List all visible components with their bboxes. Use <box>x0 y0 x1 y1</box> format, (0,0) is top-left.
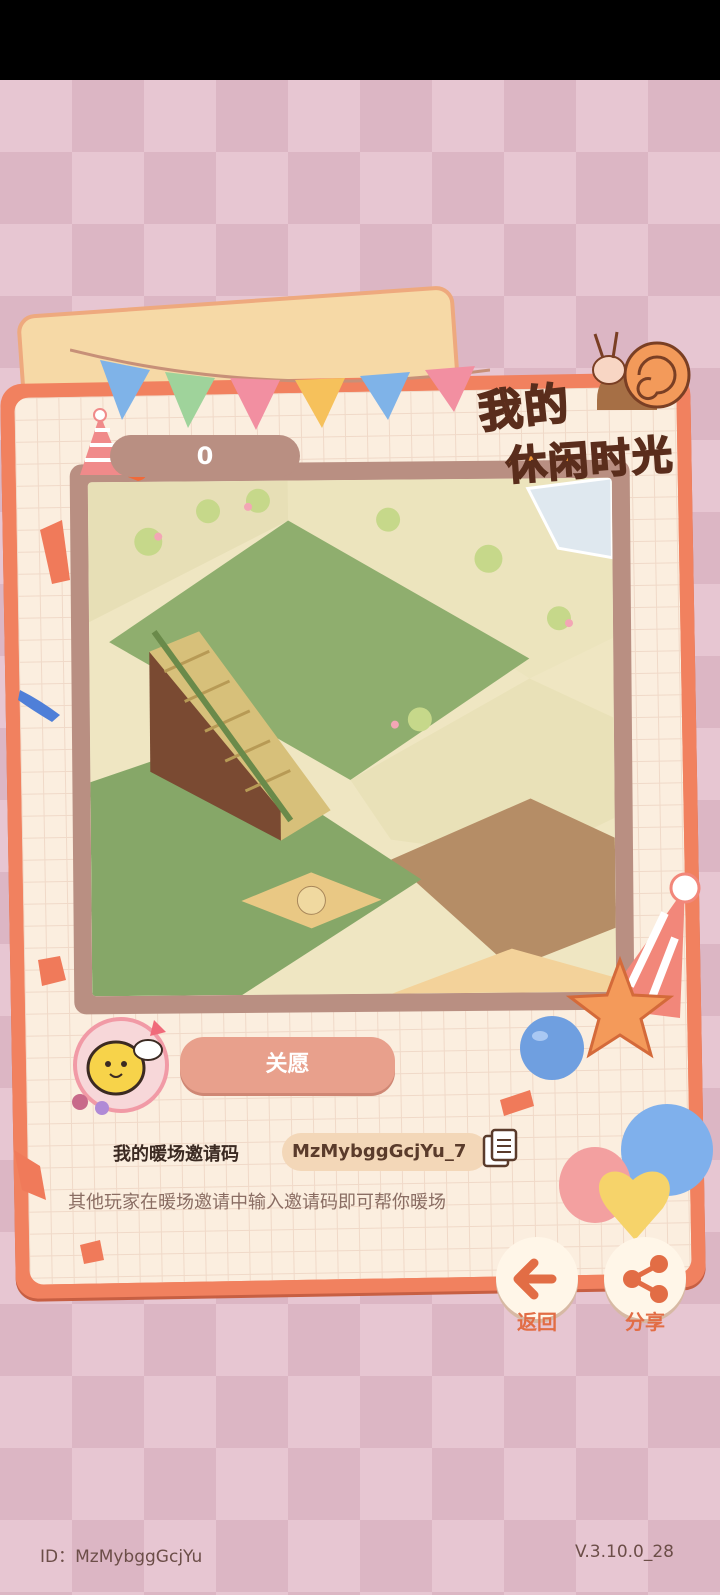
share-label[interactable]: 分享 <box>604 1306 686 1335</box>
version-label: V.3.10.0_28 <box>574 1542 674 1562</box>
back-label[interactable]: 返回 <box>496 1306 578 1335</box>
score-counter: 0 <box>110 435 300 477</box>
status-bar <box>0 0 720 80</box>
confetti-decoration <box>14 520 534 1264</box>
snail-icon <box>592 331 691 410</box>
logo-title-line2: 休闲时光 <box>504 431 677 491</box>
game-logo: 我的 休闲时光 <box>462 330 707 500</box>
player-id: ID：MzMybggGcjYu <box>40 1547 203 1567</box>
